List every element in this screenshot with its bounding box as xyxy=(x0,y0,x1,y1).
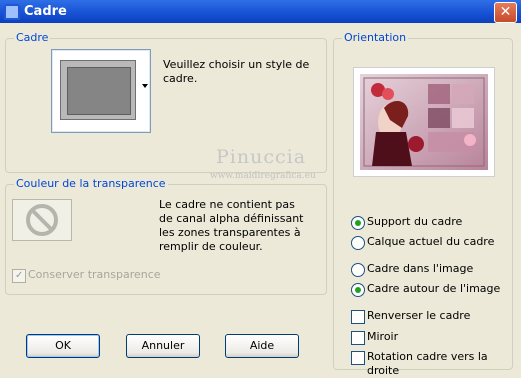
orientation-legend: Orientation xyxy=(342,31,409,44)
window-title: Cadre xyxy=(24,4,67,19)
checkbox-miroir-label: Miroir xyxy=(367,330,399,343)
dialog-window: Cadre ✕ Cadre Veuillez choisir un style … xyxy=(0,0,521,377)
orientation-preview xyxy=(353,67,495,177)
radio-support-du-cadre-label: Support du cadre xyxy=(367,215,463,228)
orientation-group: Orientation Support du cadre Calque actu… xyxy=(333,31,513,377)
radio-calque-actuel[interactable] xyxy=(351,236,365,250)
checkbox-miroir[interactable] xyxy=(351,331,365,345)
radio-support-du-cadre[interactable] xyxy=(351,216,365,230)
transparency-legend: Couleur de la transparence xyxy=(14,177,168,190)
checkbox-rotation-label: Rotation cadre vers la droite xyxy=(367,350,488,377)
app-icon xyxy=(4,3,20,20)
frame-style-picker[interactable] xyxy=(51,49,151,133)
watermark-name: Pinuccia xyxy=(216,146,307,168)
close-button[interactable]: ✕ xyxy=(494,2,517,23)
help-button[interactable]: Aide xyxy=(225,334,299,358)
cadre-instruction: Veuillez choisir un style de cadre. xyxy=(163,58,310,85)
cancel-button[interactable]: Annuler xyxy=(126,334,200,358)
transparency-color-swatch xyxy=(12,199,72,241)
checkbox-rotation[interactable] xyxy=(351,351,365,365)
frame-preview xyxy=(60,60,136,120)
watermark-site: www.maidiregrafica.eu xyxy=(210,171,316,181)
check-icon: ✓ xyxy=(15,270,24,281)
preview-image xyxy=(354,68,494,176)
checkbox-renverser[interactable] xyxy=(351,310,365,324)
radio-cadre-autour-image[interactable] xyxy=(351,283,365,297)
keep-transparency-label: Conserver transparence xyxy=(28,268,161,281)
chevron-down-icon[interactable] xyxy=(142,84,148,88)
title-bar[interactable]: Cadre ✕ xyxy=(0,0,521,23)
radio-cadre-dans-image[interactable] xyxy=(351,263,365,277)
radio-calque-actuel-label: Calque actuel du cadre xyxy=(367,235,495,248)
radio-cadre-autour-image-label: Cadre autour de l'image xyxy=(367,282,501,295)
ok-button[interactable]: OK xyxy=(26,334,100,358)
transparency-description: Le cadre ne contient pas de canal alpha … xyxy=(159,198,304,253)
no-entry-icon xyxy=(26,204,58,236)
checkbox-renverser-label: Renverser le cadre xyxy=(367,309,471,322)
cadre-legend: Cadre xyxy=(14,31,51,44)
transparency-group: Couleur de la transparence Le cadre ne c… xyxy=(5,177,327,295)
radio-cadre-dans-image-label: Cadre dans l'image xyxy=(367,262,474,275)
keep-transparency-checkbox[interactable]: ✓ xyxy=(12,269,26,283)
close-icon: ✕ xyxy=(499,4,512,20)
